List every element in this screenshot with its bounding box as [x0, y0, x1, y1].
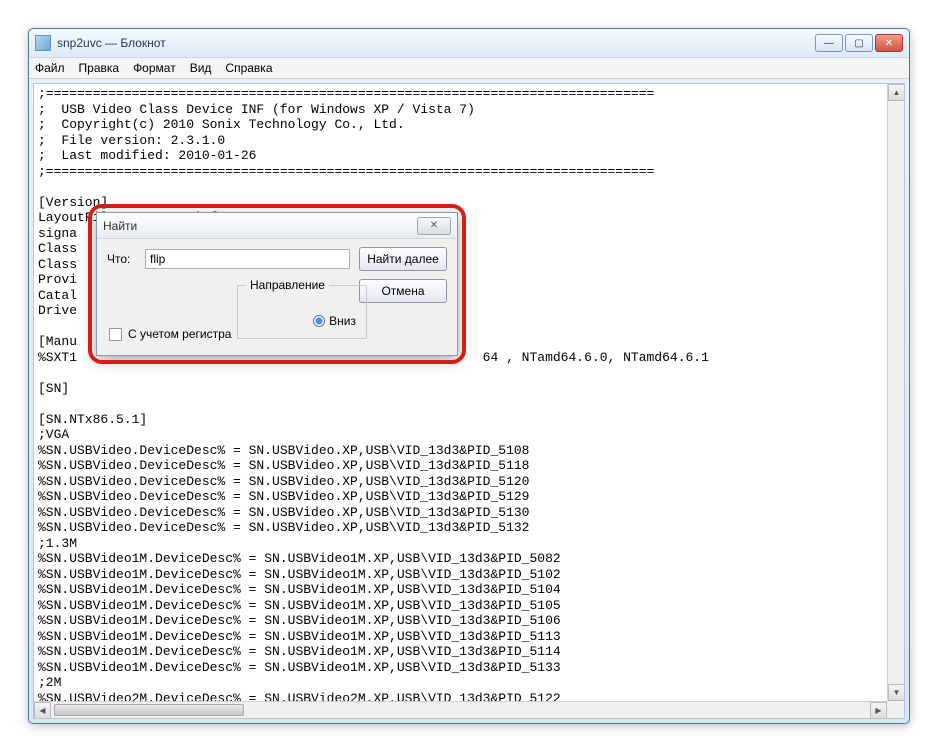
- text-editor[interactable]: ;=======================================…: [34, 84, 904, 718]
- horizontal-scrollbar[interactable]: ◀ ▶: [34, 701, 887, 718]
- menu-format[interactable]: Формат: [133, 61, 176, 75]
- app-icon: [35, 35, 51, 51]
- match-case-label: С учетом регистра: [128, 327, 231, 341]
- vertical-scrollbar[interactable]: ▲ ▼: [887, 84, 904, 701]
- radio-down-label: Вниз: [329, 314, 356, 328]
- find-titlebar[interactable]: Найти ✕: [97, 213, 457, 239]
- scroll-down-button[interactable]: ▼: [888, 684, 905, 701]
- horizontal-scroll-thumb[interactable]: [54, 704, 244, 716]
- find-next-button[interactable]: Найти далее: [359, 247, 447, 271]
- maximize-button[interactable]: ▢: [845, 34, 873, 52]
- scroll-corner: [887, 701, 904, 718]
- notepad-window: snp2uvc — Блокнот — ▢ ✕ Файл Правка Форм…: [28, 28, 910, 724]
- find-title-text: Найти: [103, 219, 417, 233]
- find-input[interactable]: [145, 249, 350, 269]
- find-close-button[interactable]: ✕: [417, 217, 451, 235]
- match-case-checkbox[interactable]: С учетом регистра: [109, 327, 231, 341]
- radio-down-dot-icon: [313, 315, 325, 327]
- direction-label: Направление: [246, 278, 329, 292]
- close-button[interactable]: ✕: [875, 34, 903, 52]
- menu-file[interactable]: Файл: [35, 61, 65, 75]
- scroll-left-button[interactable]: ◀: [34, 702, 51, 719]
- titlebar[interactable]: snp2uvc — Блокнот — ▢ ✕: [29, 29, 909, 57]
- client-area: ;=======================================…: [33, 83, 905, 719]
- scroll-right-button[interactable]: ▶: [870, 702, 887, 719]
- checkbox-box-icon: [109, 328, 122, 341]
- menu-view[interactable]: Вид: [190, 61, 212, 75]
- window-title: snp2uvc — Блокнот: [57, 36, 815, 50]
- menu-help[interactable]: Справка: [225, 61, 272, 75]
- menubar: Файл Правка Формат Вид Справка: [29, 57, 909, 79]
- minimize-button[interactable]: —: [815, 34, 843, 52]
- radio-down[interactable]: Вниз: [313, 314, 356, 328]
- find-cancel-button[interactable]: Отмена: [359, 279, 447, 303]
- find-dialog: Найти ✕ Что: Найти далее Отмена Направле…: [96, 212, 458, 356]
- direction-groupbox: Направление Вниз: [237, 285, 367, 339]
- scroll-up-button[interactable]: ▲: [888, 84, 905, 101]
- find-what-label: Что:: [107, 252, 137, 266]
- menu-edit[interactable]: Правка: [79, 61, 120, 75]
